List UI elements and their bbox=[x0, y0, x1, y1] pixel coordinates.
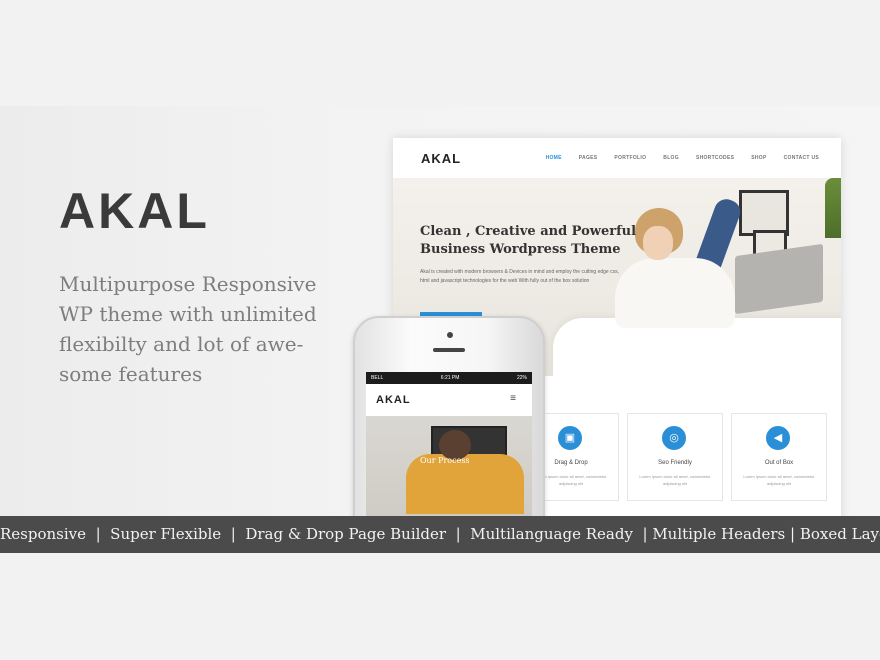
strip-item: Super Flexible bbox=[110, 525, 222, 543]
phone-logo[interactable]: AKAL bbox=[376, 394, 411, 406]
hamburger-menu-icon[interactable]: ≡ bbox=[510, 393, 516, 404]
phone-caption: Our Process bbox=[420, 456, 470, 465]
strip-separator: | bbox=[790, 525, 796, 543]
strip-item: Responsive bbox=[0, 525, 87, 543]
menu-item-portfolio[interactable]: PORTFOLIO bbox=[614, 155, 646, 161]
features-strip: Responsive | Super Flexible | Drag & Dro… bbox=[0, 516, 880, 553]
menu-item-shop[interactable]: SHOP bbox=[751, 155, 766, 161]
tagline-line: WP theme with unlimited bbox=[59, 302, 317, 326]
strip-separator: | bbox=[450, 525, 466, 543]
strip-item: Drag & Drop Page Builder bbox=[245, 525, 447, 543]
time-label: 6:21 PM bbox=[440, 375, 460, 381]
desktop-menu: HOME PAGES PORTFOLIO BLOG SHORTCODES SHO… bbox=[546, 155, 819, 161]
menu-item-home[interactable]: HOME bbox=[546, 155, 562, 161]
menu-item-pages[interactable]: PAGES bbox=[579, 155, 598, 161]
phone-status-bar: BELL 6:21 PM 22% bbox=[366, 372, 532, 384]
cube-icon: ▣ bbox=[558, 426, 582, 450]
tagline-line: flexibilty and lot of awe- bbox=[59, 332, 304, 356]
battery-label: 22% bbox=[516, 375, 527, 381]
feature-card[interactable]: ◀ Out of Box Lorem ipsum dolor sit amet,… bbox=[731, 413, 827, 501]
menu-item-contact[interactable]: CONTACT US bbox=[784, 155, 819, 161]
features-row: ▣ Drag & Drop Lorem ipsum dolor sit amet… bbox=[523, 413, 827, 501]
strip-item: Multiple Headers bbox=[652, 525, 786, 543]
hero-text: Akal is created with modern browsers & D… bbox=[420, 269, 619, 284]
feature-title: Seo Friendly bbox=[658, 460, 692, 466]
plant-illustration bbox=[825, 178, 841, 238]
camera-icon bbox=[447, 332, 453, 338]
woman-illustration bbox=[615, 258, 735, 328]
tagline-line: some features bbox=[59, 362, 203, 386]
woman-face-illustration bbox=[643, 226, 673, 260]
strip-separator: | bbox=[637, 525, 648, 543]
strip-separator: | bbox=[225, 525, 241, 543]
strip-item: Multilanguage Ready bbox=[470, 525, 633, 543]
feature-desc: Lorem ipsum dolor sit amet, consectetur … bbox=[639, 474, 711, 486]
feature-title: Out of Box bbox=[764, 460, 794, 466]
laptop-illustration bbox=[735, 243, 823, 315]
tagline-line: Multipurpose Responsive bbox=[59, 272, 317, 296]
menu-item-blog[interactable]: BLOG bbox=[663, 155, 679, 161]
phone-navbar: AKAL ≡ bbox=[366, 384, 532, 417]
brand-title: AKAL bbox=[59, 183, 210, 239]
hero-title: Clean , Creative and Powerful Business W… bbox=[420, 224, 637, 257]
menu-item-shortcodes[interactable]: SHORTCODES bbox=[696, 155, 734, 161]
feature-desc: Lorem ipsum dolor sit amet, consectetur … bbox=[535, 474, 607, 486]
carrier-label: BELL bbox=[371, 375, 384, 381]
strip-separator: | bbox=[90, 525, 106, 543]
speaker-grille bbox=[433, 348, 465, 352]
tagline: Multipurpose Responsive WP theme with un… bbox=[59, 269, 339, 389]
megaphone-icon: ◀ bbox=[766, 426, 790, 450]
globe-icon: ◎ bbox=[662, 426, 686, 450]
strip-item: Boxed Layout bbox=[799, 525, 880, 543]
feature-desc: Lorem ipsum dolor sit amet, consectetur … bbox=[743, 474, 815, 486]
promo-banner: AKAL Multipurpose Responsive WP theme wi… bbox=[0, 106, 880, 553]
desktop-navbar: AKAL HOME PAGES PORTFOLIO BLOG SHORTCODE… bbox=[393, 138, 841, 178]
desktop-logo[interactable]: AKAL bbox=[421, 151, 461, 166]
feature-card[interactable]: ◎ Seo Friendly Lorem ipsum dolor sit ame… bbox=[627, 413, 723, 501]
